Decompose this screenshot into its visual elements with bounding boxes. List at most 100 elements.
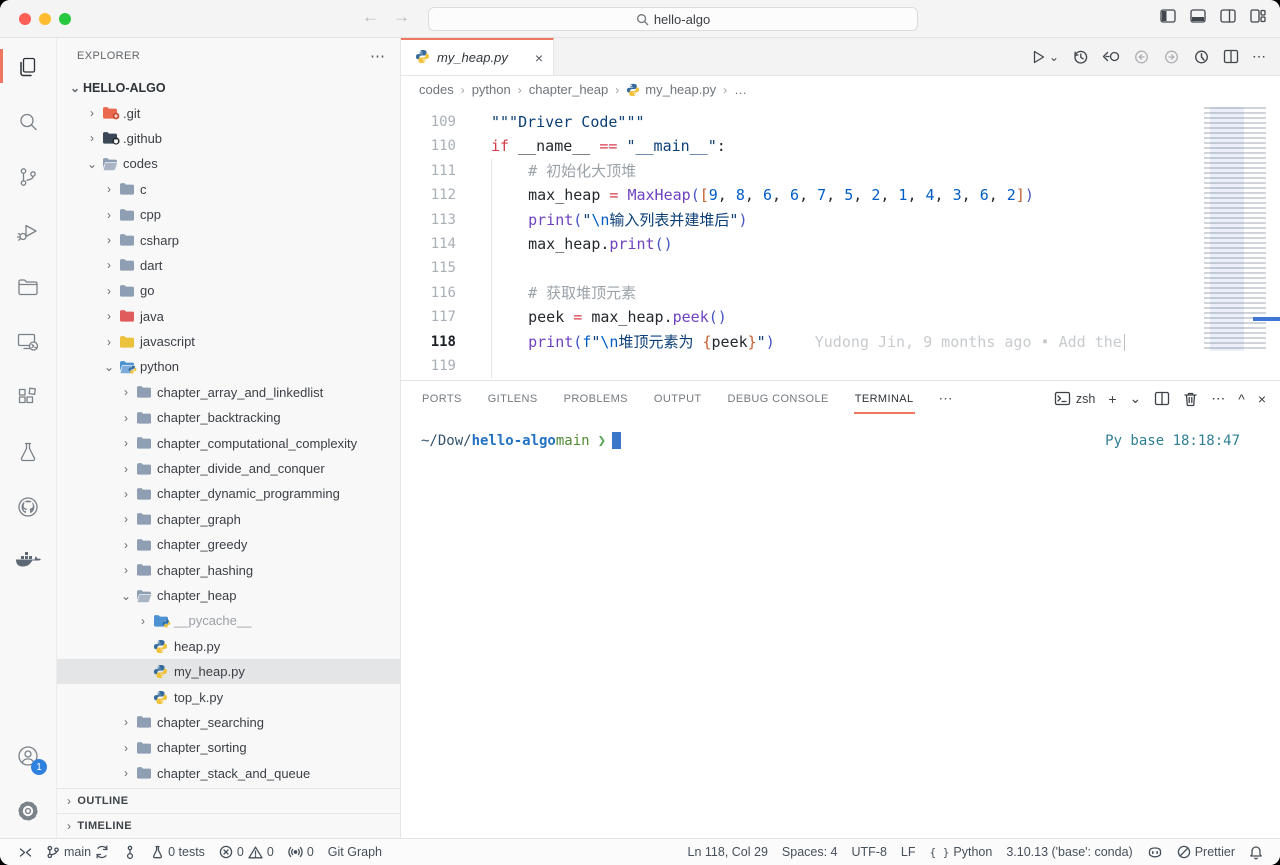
panel-tab-problems[interactable]: PROBLEMS	[563, 384, 629, 414]
status-gitlens-mode[interactable]	[116, 839, 144, 865]
status-ports-forwarded[interactable]: 0	[281, 839, 321, 865]
status-problems[interactable]: 00	[212, 839, 281, 865]
activity-item-explorer[interactable]	[0, 39, 56, 94]
activity-item-extensions[interactable]	[0, 369, 56, 424]
toggle-primary-sidebar-icon[interactable]	[1160, 9, 1176, 23]
code-line-114[interactable]: 114 max_heap.print()	[401, 232, 1280, 256]
panel-tab-terminal[interactable]: TERMINAL	[854, 384, 915, 414]
tree-item-top-k-py[interactable]: top_k.py	[57, 684, 400, 709]
explorer-more-actions-icon[interactable]: ⋯	[370, 47, 386, 65]
breadcrumb-my-heap-py[interactable]: my_heap.py	[626, 82, 716, 97]
activity-item-run-and-debug[interactable]	[0, 204, 56, 259]
tree-item-chapter-greedy[interactable]: ›chapter_greedy	[57, 532, 400, 557]
activity-item-search[interactable]	[0, 94, 56, 149]
tree-item-chapter-array-and-linkedlist[interactable]: ›chapter_array_and_linkedlist	[57, 380, 400, 405]
status-notifications[interactable]	[1242, 839, 1270, 865]
tree-item-hello-algo[interactable]: ⌄HELLO-ALGO	[57, 75, 400, 100]
code-line-117[interactable]: 117 peek = max_heap.peek()	[401, 305, 1280, 329]
tree-item-chapter-heap[interactable]: ⌄chapter_heap	[57, 583, 400, 608]
tab-my-heap[interactable]: my_heap.py ×	[401, 38, 554, 75]
close-window-button[interactable]	[19, 13, 31, 25]
terminal-profile[interactable]: zsh	[1054, 391, 1095, 406]
tree-item-chapter-backtracking[interactable]: ›chapter_backtracking	[57, 405, 400, 430]
maximize-panel-icon[interactable]: ^	[1238, 391, 1245, 407]
tree-item-javascript[interactable]: ›javascript	[57, 329, 400, 354]
code-line-112[interactable]: 112 max_heap = MaxHeap([9, 8, 6, 6, 7, 5…	[401, 183, 1280, 207]
panel-more-icon[interactable]: ⋯	[1211, 390, 1225, 407]
code-line-118[interactable]: 118 print(f"\n堆顶元素为 {peek}")Yudong Jin, …	[401, 330, 1280, 354]
activity-item-testing[interactable]	[0, 424, 56, 479]
tree-item-chapter-sorting[interactable]: ›chapter_sorting	[57, 735, 400, 760]
tree-item-java[interactable]: ›java	[57, 304, 400, 329]
tree-item-csharp[interactable]: ›csharp	[57, 227, 400, 252]
split-editor-icon[interactable]	[1223, 49, 1239, 64]
zoom-window-button[interactable]	[59, 13, 71, 25]
code-line-115[interactable]: 115	[401, 256, 1280, 280]
status-encoding[interactable]: UTF-8	[845, 839, 894, 865]
status-python-interpreter[interactable]: 3.10.13 ('base': conda)	[999, 839, 1139, 865]
tree-item-codes[interactable]: ⌄codes	[57, 151, 400, 176]
status-cursor-position[interactable]: Ln 118, Col 29	[681, 839, 775, 865]
tree-item-chapter-searching[interactable]: ›chapter_searching	[57, 710, 400, 735]
split-terminal-icon[interactable]	[1154, 391, 1170, 406]
status-eol[interactable]: LF	[894, 839, 923, 865]
tree-item-my-heap-py[interactable]: my_heap.py	[57, 659, 400, 684]
activity-item-source-control[interactable]	[0, 149, 56, 204]
new-terminal-icon[interactable]: +	[1108, 391, 1116, 407]
toggle-panel-icon[interactable]	[1190, 9, 1206, 23]
file-history-icon[interactable]	[1072, 49, 1089, 65]
code-line-109[interactable]: 109"""Driver Code"""	[401, 110, 1280, 134]
tree-item-chapter-divide-and-conquer[interactable]: ›chapter_divide_and_conquer	[57, 456, 400, 481]
tree-item-chapter-hashing[interactable]: ›chapter_hashing	[57, 557, 400, 582]
status-indentation[interactable]: Spaces: 4	[775, 839, 845, 865]
gitlens-compare-icon[interactable]	[1102, 49, 1120, 64]
close-tab-icon[interactable]: ×	[535, 50, 543, 66]
panel-tab-ports[interactable]: PORTS	[421, 384, 463, 414]
status-tests[interactable]: 0 tests	[144, 839, 212, 865]
status-git-branch[interactable]: main	[39, 839, 116, 865]
tree-item-chapter-graph[interactable]: ›chapter_graph	[57, 507, 400, 532]
breadcrumb-chapter-heap[interactable]: chapter_heap	[529, 82, 609, 97]
status-git-graph[interactable]: Git Graph	[321, 839, 389, 865]
breadcrumb-python[interactable]: python	[472, 82, 511, 97]
activity-item-settings[interactable]	[0, 783, 56, 838]
tree-item-heap-py[interactable]: heap.py	[57, 634, 400, 659]
status-language-mode[interactable]: { }Python	[923, 839, 1000, 865]
activity-item-github[interactable]	[0, 479, 56, 534]
tree-item-chapter-stack-and-queue[interactable]: ›chapter_stack_and_queue	[57, 761, 400, 786]
timeline-section[interactable]: › TIMELINE	[57, 813, 400, 838]
breadcrumb-codes[interactable]: codes	[419, 82, 454, 97]
activity-item-file-folder[interactable]	[0, 259, 56, 314]
forward-icon[interactable]: →	[393, 7, 410, 27]
run-python-file-icon[interactable]: ⌄	[1030, 49, 1059, 65]
tree-item--github[interactable]: ›.github	[57, 126, 400, 151]
tree-item-cpp[interactable]: ›cpp	[57, 202, 400, 227]
code-line-111[interactable]: 111 # 初始化大顶堆	[401, 159, 1280, 183]
panel-tab-gitlens[interactable]: GITLENS	[487, 384, 539, 414]
activity-item-remote-explorer[interactable]	[0, 314, 56, 369]
close-panel-icon[interactable]: ×	[1258, 391, 1266, 407]
tree-item-chapter-computational-complexity[interactable]: ›chapter_computational_complexity	[57, 430, 400, 455]
kill-terminal-icon[interactable]	[1183, 391, 1198, 407]
breadcrumb--[interactable]: …	[734, 82, 747, 97]
panel-tab-debug-console[interactable]: DEBUG CONSOLE	[727, 384, 830, 414]
code-line-119[interactable]: 119	[401, 354, 1280, 378]
tree-item-chapter-dynamic-programming[interactable]: ›chapter_dynamic_programming	[57, 481, 400, 506]
minimize-window-button[interactable]	[39, 13, 51, 25]
open-changes-graph-icon[interactable]	[1193, 49, 1210, 65]
activity-item-docker[interactable]	[0, 534, 56, 589]
code-editor[interactable]: 109"""Driver Code"""110if __name__ == "_…	[401, 103, 1280, 380]
tree-item-dart[interactable]: ›dart	[57, 253, 400, 278]
code-line-110[interactable]: 110if __name__ == "__main__":	[401, 134, 1280, 158]
tree-item-python[interactable]: ⌄python	[57, 354, 400, 379]
activity-item-accounts[interactable]: 1	[0, 728, 56, 783]
status-remote-indicator[interactable]	[12, 839, 39, 865]
panel-tabs-more-icon[interactable]: ⋯	[939, 390, 954, 407]
tree-item-go[interactable]: ›go	[57, 278, 400, 303]
code-line-113[interactable]: 113 print("\n输入列表并建堆后")	[401, 208, 1280, 232]
status-prettier[interactable]: Prettier	[1170, 839, 1242, 865]
tree-item--git[interactable]: ›.git	[57, 100, 400, 125]
launch-profile-dropdown-icon[interactable]: ⌄	[1130, 390, 1142, 407]
tree-item--pycache-[interactable]: ›__pycache__	[57, 608, 400, 633]
command-center-search[interactable]: hello-algo	[428, 7, 918, 31]
